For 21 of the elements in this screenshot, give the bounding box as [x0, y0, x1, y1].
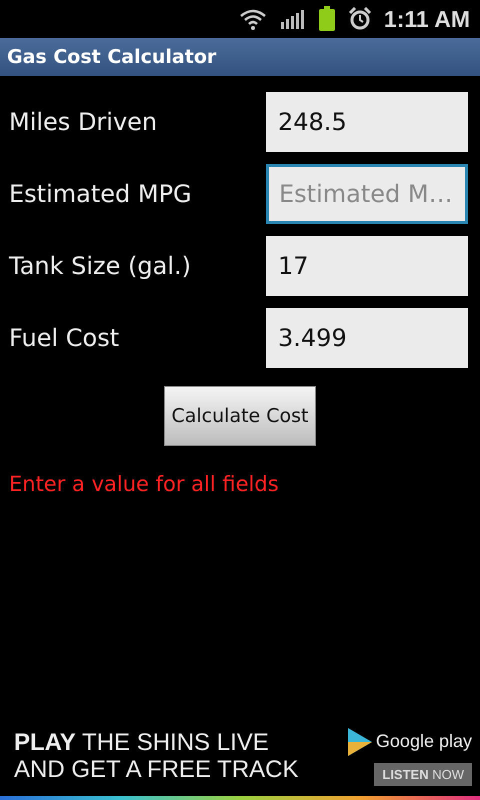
ad-headline: AND GET A FREE TRACK — [14, 756, 299, 783]
app-title: Gas Cost Calculator — [7, 46, 216, 68]
listen-now-button[interactable]: LISTEN NOW — [374, 762, 472, 786]
store-name: Google play — [376, 731, 472, 752]
field-label: Estimated MPG — [9, 180, 192, 208]
alarm-clock-icon — [348, 7, 372, 31]
signal-icon — [280, 8, 306, 30]
input-field[interactable]: Estimated M… — [266, 164, 468, 224]
input-field[interactable]: 248.5 — [266, 92, 468, 152]
clock-time: 1:11 AM — [384, 6, 470, 32]
calculate-button[interactable]: Calculate Cost — [164, 386, 316, 446]
field-label: Miles Driven — [9, 108, 158, 136]
error-message: Enter a value for all fields — [8, 471, 280, 496]
battery-icon — [318, 6, 336, 32]
input-field[interactable]: 3.499 — [266, 308, 468, 368]
field-label: Fuel Cost — [9, 324, 120, 352]
field-label: Tank Size (gal.) — [9, 252, 191, 280]
input-field[interactable]: 17 — [266, 236, 468, 296]
play-store-icon — [346, 726, 374, 756]
wifi-icon — [238, 7, 268, 31]
ad-headline: PLAY THE SHINS LIVE — [14, 729, 270, 756]
